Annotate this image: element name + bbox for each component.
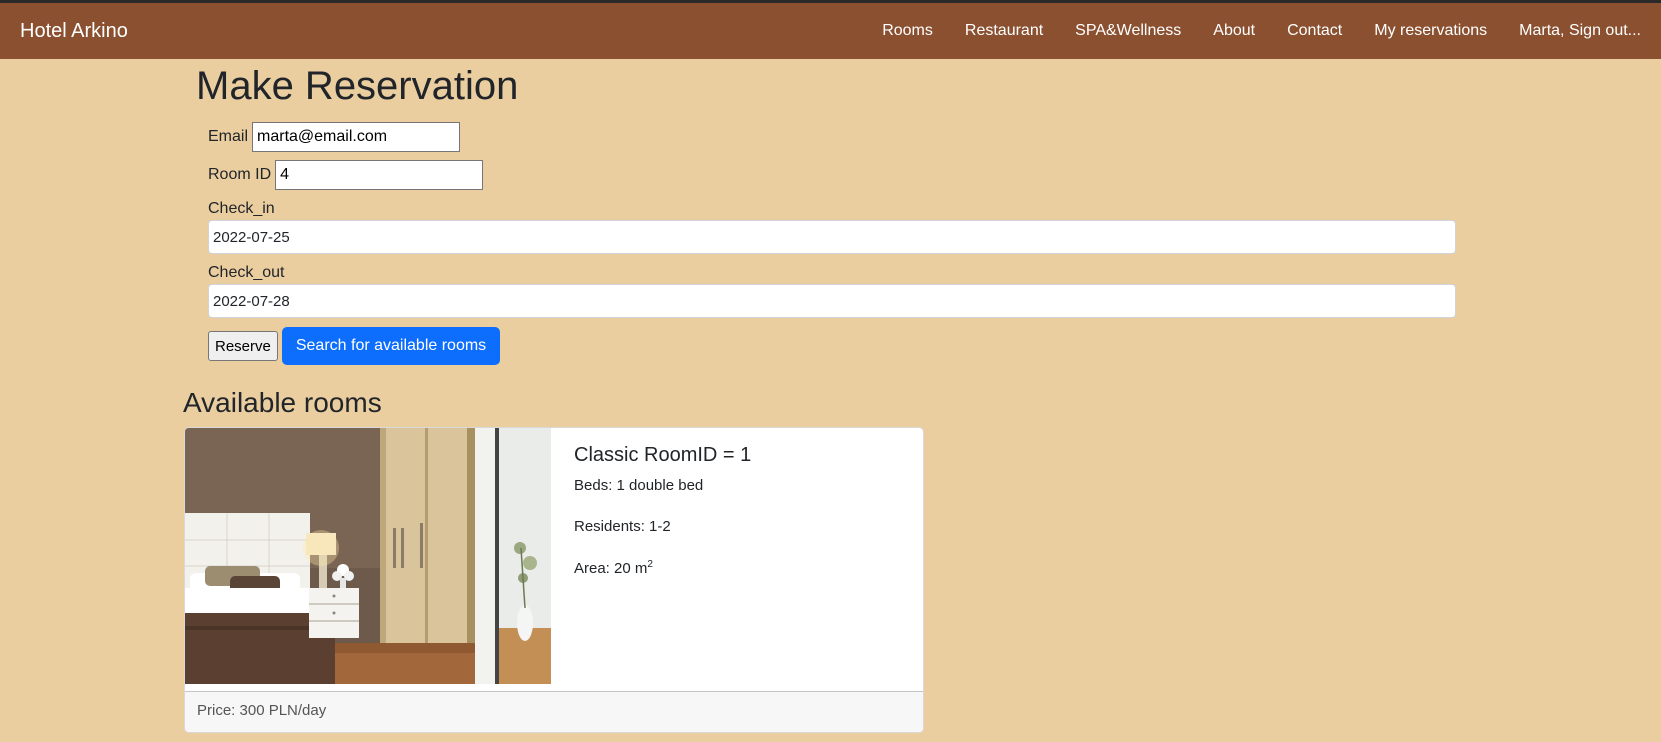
room-area-text: Area: 20 m (574, 560, 648, 577)
nav-link-about[interactable]: About (1213, 22, 1255, 40)
room-photo (185, 428, 551, 684)
checkout-label: Check_out (208, 264, 285, 281)
room-id-label: Room ID (208, 166, 272, 183)
room-area: Area: 20 m2 (574, 559, 904, 577)
nav-link-sign-out[interactable]: Marta, Sign out... (1519, 22, 1641, 40)
room-card-body: Classic RoomID = 1 Beds: 1 double bed Re… (574, 444, 904, 601)
brand-link[interactable]: Hotel Arkino (20, 20, 128, 43)
checkin-label: Check_in (208, 200, 275, 217)
nav-link-spa-wellness[interactable]: SPA&Wellness (1075, 22, 1181, 40)
room-id-row: Room ID (208, 160, 1456, 190)
search-rooms-button[interactable]: Search for available rooms (281, 327, 501, 365)
nav-link-rooms[interactable]: Rooms (882, 22, 933, 40)
email-label: Email (208, 128, 249, 145)
email-row: Email (208, 122, 1456, 152)
page-title: Make Reservation (196, 64, 519, 108)
reserve-button[interactable]: Reserve (208, 331, 278, 361)
form-buttons: Reserve Search for available rooms (208, 327, 1456, 365)
main-content: Make Reservation Email Room ID Check_in … (0, 59, 1661, 742)
checkout-date-field[interactable] (208, 284, 1456, 318)
room-price-footer: Price: 300 PLN/day (185, 691, 923, 732)
room-card: Classic RoomID = 1 Beds: 1 double bed Re… (184, 427, 924, 733)
nav-links: Rooms Restaurant SPA&Wellness About Cont… (850, 22, 1641, 40)
nav-link-my-reservations[interactable]: My reservations (1374, 22, 1487, 40)
email-field[interactable] (252, 122, 461, 152)
room-title: Classic RoomID = 1 (574, 444, 752, 466)
room-id-field[interactable] (275, 160, 484, 190)
nav-link-restaurant[interactable]: Restaurant (965, 22, 1043, 40)
room-area-exponent: 2 (647, 559, 653, 570)
checkin-date-field[interactable] (208, 220, 1456, 254)
room-residents: Residents: 1-2 (574, 518, 671, 535)
navbar: Hotel Arkino Rooms Restaurant SPA&Wellne… (0, 3, 1661, 59)
available-rooms-heading: Available rooms (183, 387, 382, 418)
room-beds: Beds: 1 double bed (574, 477, 704, 494)
reservation-form: Email Room ID Check_in Check_out Reserve… (208, 122, 1456, 365)
nav-link-contact[interactable]: Contact (1287, 22, 1342, 40)
